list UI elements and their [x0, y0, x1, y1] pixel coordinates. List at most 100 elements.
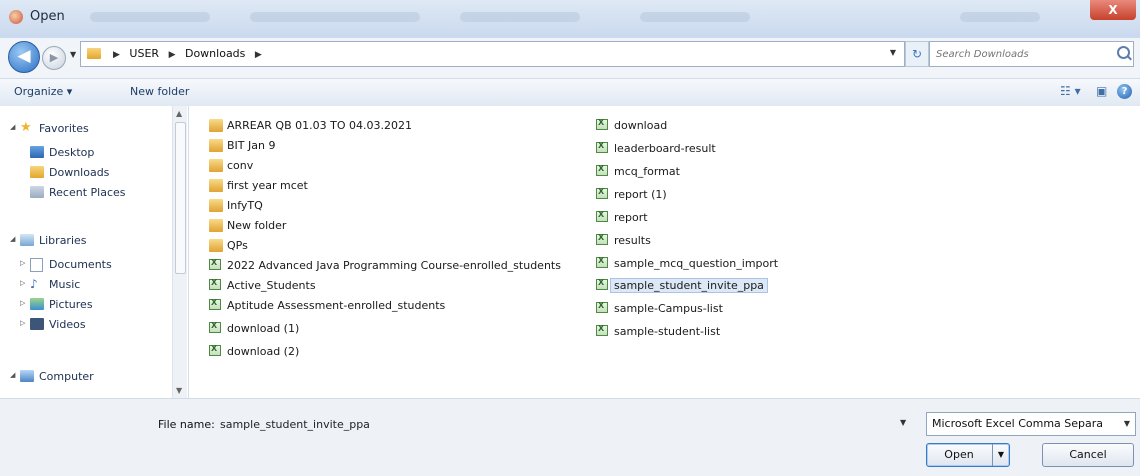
new-folder-button[interactable]: New folder — [130, 85, 189, 98]
file-name: Active_Students — [227, 279, 316, 292]
search-input[interactable] — [934, 45, 1108, 63]
file-name: results — [614, 234, 651, 247]
search-icon[interactable] — [1117, 46, 1130, 59]
chevron-down-icon[interactable]: ▼ — [1124, 419, 1130, 428]
file-name: New folder — [227, 219, 287, 232]
dialog-title: Open — [30, 9, 65, 24]
file-name: leaderboard-result — [614, 142, 716, 155]
refresh-icon: ↻ — [911, 47, 923, 61]
folder-icon — [209, 119, 223, 132]
nav-label: Favorites — [39, 122, 89, 135]
nav-label: Desktop — [49, 146, 95, 159]
title-bar: Open X — [0, 0, 1140, 38]
view-options-icon[interactable]: ☷ ▾ — [1060, 84, 1081, 98]
open-button-label: Open — [944, 448, 974, 461]
command-toolbar: Organize ▾ New folder ☷ ▾ ▣ ? — [0, 78, 1140, 107]
excel-csv-icon — [596, 324, 608, 336]
blurred-tab — [460, 12, 580, 22]
folder-icon — [209, 159, 223, 172]
file-name: first year mcet — [227, 179, 308, 192]
file-type-select[interactable]: Microsoft Excel Comma Separa ▼ — [926, 412, 1136, 436]
organize-button[interactable]: Organize ▾ — [14, 85, 72, 98]
expand-arrow-icon[interactable]: ▷ — [20, 259, 25, 267]
breadcrumb-downloads[interactable]: Downloads — [185, 47, 245, 60]
blurred-tab — [960, 12, 1040, 22]
close-button[interactable]: X — [1090, 0, 1136, 20]
excel-csv-icon — [596, 187, 608, 199]
file-name: sample-student-list — [614, 325, 721, 338]
address-bar[interactable]: ▶ USER ▶ Downloads ▶ ▼ — [80, 41, 905, 67]
file-name: 2022 Advanced Java Programming Course-en… — [227, 259, 561, 272]
search-box[interactable] — [929, 41, 1134, 67]
chevron-down-icon[interactable]: ▼ — [900, 418, 906, 427]
file-name: BIT Jan 9 — [227, 139, 276, 152]
pictures-icon — [30, 298, 44, 310]
open-file-dialog: Open X ◀ ▶ ▼ ▶ USER ▶ Downloads ▶ ▼ ↻ Se… — [0, 0, 1140, 476]
forward-button[interactable]: ▶ — [42, 46, 66, 70]
arrow-left-icon: ◀ — [17, 46, 31, 66]
music-icon: ♪ — [30, 277, 38, 291]
videos-icon — [30, 318, 44, 330]
folder-icon — [209, 199, 223, 212]
excel-csv-icon — [209, 321, 221, 333]
scroll-thumb[interactable] — [175, 122, 186, 274]
excel-csv-icon — [596, 256, 608, 268]
excel-csv-icon — [209, 298, 221, 310]
recent-pages-dropdown[interactable]: ▼ — [70, 50, 79, 60]
breadcrumb: ▶ USER ▶ Downloads ▶ — [107, 47, 268, 60]
excel-csv-icon — [596, 118, 608, 130]
libraries-icon — [20, 234, 34, 246]
expand-arrow-icon[interactable]: ▷ — [20, 319, 25, 327]
file-name-label: File name: — [158, 418, 215, 431]
file-name: download — [614, 119, 668, 132]
file-type-value: Microsoft Excel Comma Separa — [932, 417, 1104, 430]
chevron-right-icon: ▶ — [113, 50, 120, 60]
excel-csv-icon — [596, 301, 608, 313]
excel-csv-icon — [596, 164, 608, 176]
excel-csv-icon — [596, 210, 608, 222]
chevron-right-icon[interactable]: ▶ — [163, 50, 182, 60]
cancel-button[interactable]: Cancel — [1042, 443, 1134, 467]
open-button[interactable]: Open ▼ — [926, 443, 1010, 467]
file-name: sample_student_invite_ppa — [610, 278, 768, 293]
scroll-up-icon[interactable]: ▲ — [176, 109, 182, 118]
folder-icon — [87, 48, 101, 59]
file-name: report (1) — [614, 188, 667, 201]
expand-arrow-icon[interactable]: ▷ — [20, 279, 25, 287]
file-name: report — [614, 211, 648, 224]
expand-arrow-icon[interactable]: ◢ — [10, 371, 15, 379]
address-row: ◀ ▶ ▼ ▶ USER ▶ Downloads ▶ ▼ ↻ — [0, 38, 1140, 78]
chevron-down-icon[interactable]: ▼ — [890, 48, 896, 57]
computer-icon — [20, 370, 34, 382]
expand-arrow-icon[interactable]: ◢ — [10, 123, 15, 131]
file-name-input[interactable] — [218, 413, 914, 435]
preview-pane-icon[interactable]: ▣ — [1096, 84, 1107, 98]
nav-label: Pictures — [49, 298, 93, 311]
refresh-button[interactable]: ↻ — [905, 41, 929, 67]
expand-arrow-icon[interactable]: ◢ — [10, 235, 15, 243]
expand-arrow-icon[interactable]: ▷ — [20, 299, 25, 307]
chrome-app-icon — [9, 10, 23, 24]
back-button[interactable]: ◀ — [8, 41, 40, 73]
file-name: mcq_format — [614, 165, 680, 178]
open-options-dropdown[interactable]: ▼ — [992, 444, 1009, 466]
file-name: QPs — [227, 239, 248, 252]
excel-csv-icon — [209, 258, 221, 270]
file-name: sample-Campus-list — [614, 302, 723, 315]
file-name: download (2) — [227, 345, 300, 358]
folder-icon — [209, 219, 223, 232]
file-name: download (1) — [227, 322, 300, 335]
scroll-down-icon[interactable]: ▼ — [176, 386, 182, 395]
desktop-icon — [30, 146, 44, 158]
nav-label: Music — [49, 278, 81, 291]
folder-icon — [209, 239, 223, 252]
arrow-right-icon: ▶ — [49, 51, 59, 64]
nav-label: Libraries — [39, 234, 87, 247]
breadcrumb-user[interactable]: USER — [129, 47, 159, 60]
star-icon: ★ — [20, 120, 32, 135]
documents-icon — [30, 258, 43, 272]
navigation-scrollbar[interactable]: ▲ ▼ — [172, 106, 187, 398]
file-list: ARREAR QB 01.03 TO 04.03.2021 BIT Jan 9 … — [189, 106, 1140, 398]
chevron-right-icon[interactable]: ▶ — [249, 50, 268, 60]
help-icon[interactable]: ? — [1117, 84, 1132, 99]
